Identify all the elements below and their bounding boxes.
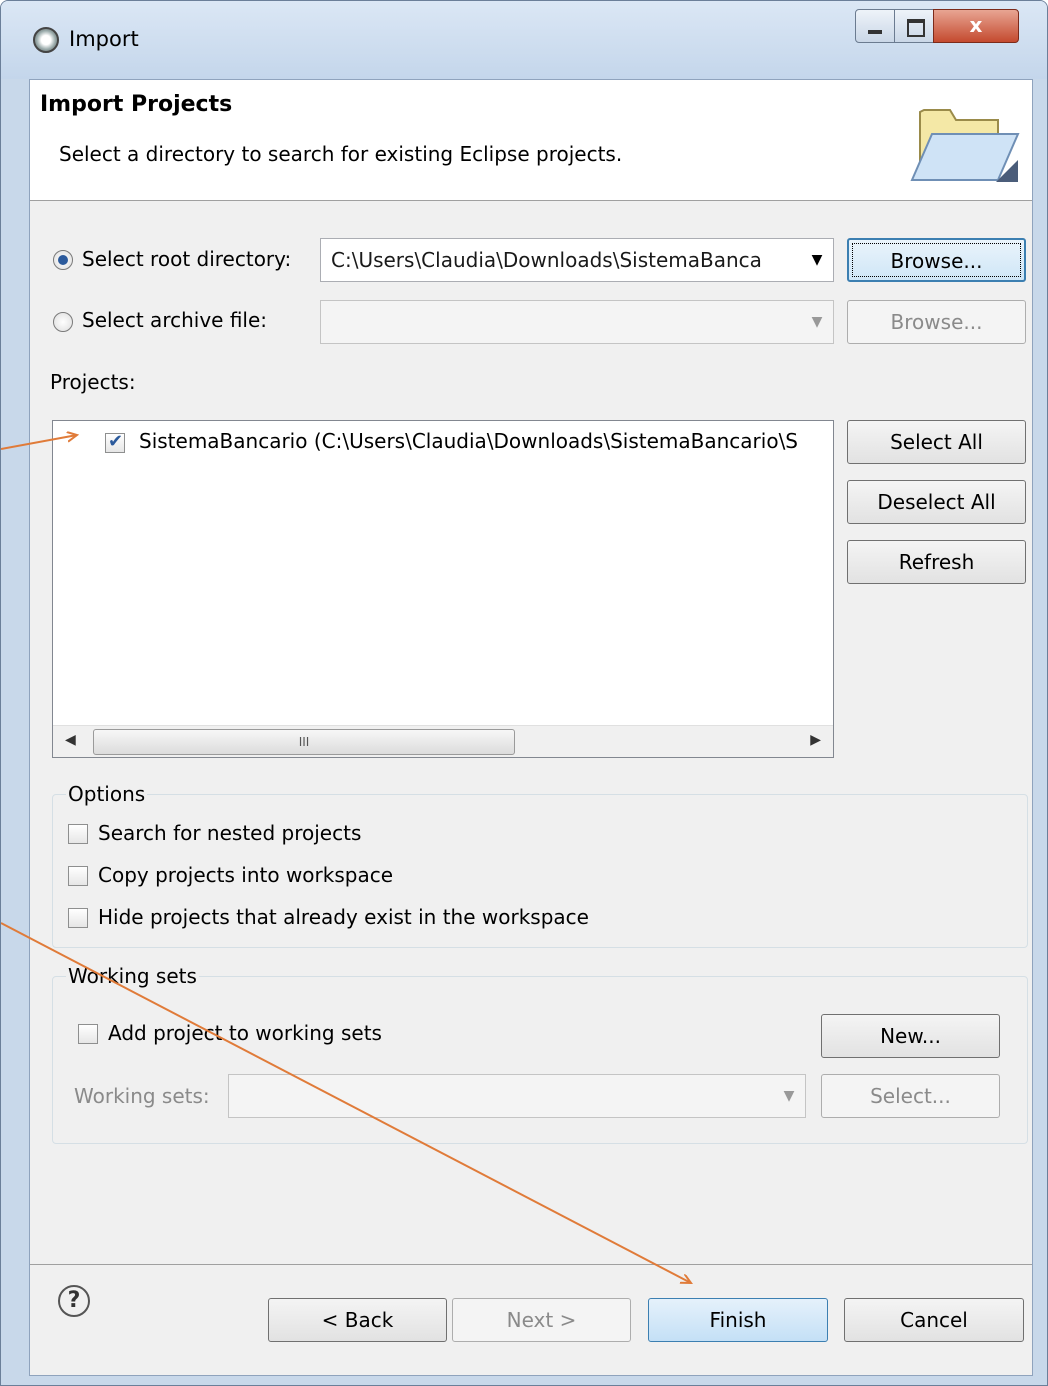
copy-projects-label: Copy projects into workspace <box>98 863 394 887</box>
projects-list[interactable]: SistemaBancario (C:\Users\Claudia\Downlo… <box>52 420 834 758</box>
options-title: Options <box>66 782 148 806</box>
maximize-button[interactable] <box>894 9 934 43</box>
working-sets-title: Working sets <box>66 964 199 988</box>
cancel-button[interactable]: Cancel <box>844 1298 1024 1342</box>
projects-label: Projects: <box>50 370 136 394</box>
browse-root-button[interactable]: Browse... <box>847 238 1026 282</box>
archive-file-label: Select archive file: <box>82 308 268 332</box>
add-to-working-sets-checkbox[interactable] <box>78 1024 98 1044</box>
archive-file-radio[interactable] <box>53 312 73 332</box>
chevron-down-icon[interactable]: ▼ <box>781 1075 797 1117</box>
nested-projects-label: Search for nested projects <box>98 821 362 845</box>
back-button[interactable]: < Back <box>268 1298 447 1342</box>
title-bar[interactable]: Import x <box>1 1 1047 79</box>
copy-projects-checkbox[interactable] <box>68 866 88 886</box>
working-sets-combo[interactable]: ▼ <box>228 1074 806 1118</box>
add-to-working-sets-label: Add project to working sets <box>108 1021 382 1045</box>
root-directory-label: Select root directory: <box>82 247 292 271</box>
close-button[interactable]: x <box>933 9 1019 43</box>
project-item-label: SistemaBancario (C:\Users\Claudia\Downlo… <box>139 429 799 453</box>
working-sets-label: Working sets: <box>74 1084 210 1108</box>
wizard-content: Select root directory: C:\Users\Claudia\… <box>30 202 1032 1262</box>
wizard-header: Import Projects Select a directory to se… <box>30 80 1032 201</box>
chevron-down-icon[interactable]: ▼ <box>809 239 825 281</box>
scroll-right-icon[interactable]: ▶ <box>810 732 821 748</box>
horizontal-scrollbar[interactable]: ◀ III ▶ <box>53 725 833 757</box>
deselect-all-button[interactable]: Deselect All <box>847 480 1026 524</box>
hide-existing-checkbox[interactable] <box>68 908 88 928</box>
root-directory-value: C:\Users\Claudia\Downloads\SistemaBanca <box>331 248 762 272</box>
page-title: Import Projects <box>40 92 233 117</box>
minimize-button[interactable] <box>855 9 895 43</box>
chevron-down-icon[interactable]: ▼ <box>809 301 825 343</box>
archive-file-combo[interactable]: ▼ <box>320 300 834 344</box>
root-directory-radio[interactable] <box>53 250 73 270</box>
scrollbar-thumb[interactable]: III <box>93 729 515 755</box>
project-checkbox[interactable] <box>105 431 125 453</box>
nested-projects-checkbox[interactable] <box>68 824 88 844</box>
new-working-set-button[interactable]: New... <box>821 1014 1000 1058</box>
finish-button[interactable]: Finish <box>648 1298 828 1342</box>
window-title: Import <box>69 27 139 51</box>
browse-archive-button[interactable]: Browse... <box>847 300 1026 344</box>
select-all-button[interactable]: Select All <box>847 420 1026 464</box>
page-description: Select a directory to search for existin… <box>59 142 623 166</box>
help-icon[interactable]: ? <box>58 1285 90 1317</box>
working-sets-group <box>52 976 1028 1144</box>
root-directory-combo[interactable]: C:\Users\Claudia\Downloads\SistemaBanca … <box>320 238 834 282</box>
scroll-left-icon[interactable]: ◀ <box>65 732 76 748</box>
next-button[interactable]: Next > <box>452 1298 631 1342</box>
hide-existing-label: Hide projects that already exist in the … <box>98 905 589 929</box>
footer-separator <box>30 1264 1032 1265</box>
refresh-button[interactable]: Refresh <box>847 540 1026 584</box>
eclipse-icon <box>33 27 59 53</box>
select-working-sets-button[interactable]: Select... <box>821 1074 1000 1118</box>
import-dialog: Import x Import Projects Select a direct… <box>0 0 1048 1386</box>
folder-icon <box>910 109 1020 182</box>
dialog-client-area: Import Projects Select a directory to se… <box>29 79 1033 1376</box>
